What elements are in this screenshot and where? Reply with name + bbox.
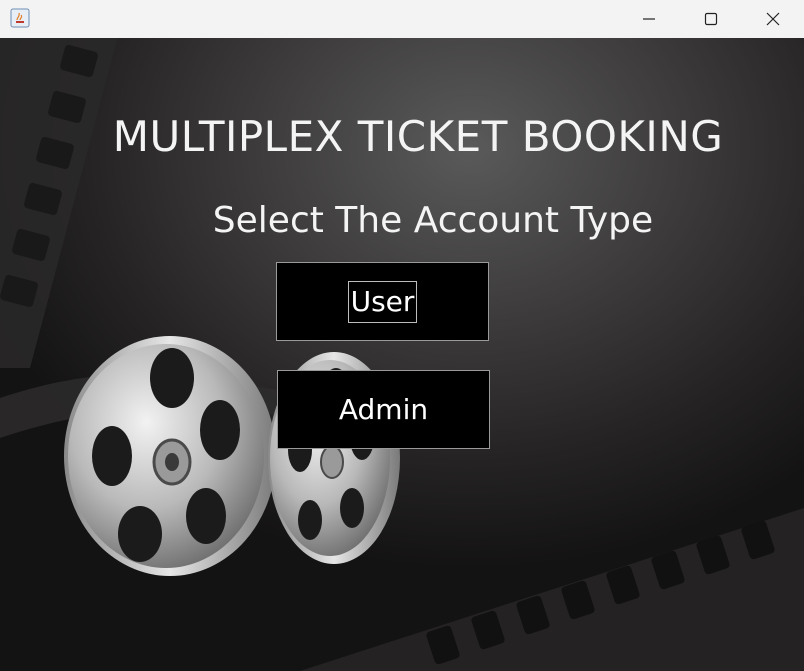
close-button[interactable]	[742, 0, 804, 38]
maximize-icon	[704, 12, 718, 26]
film-reel-left	[64, 336, 276, 576]
minimize-icon	[643, 18, 655, 20]
close-icon	[766, 12, 780, 26]
app-title: MULTIPLEX TICKET BOOKING	[112, 112, 724, 161]
app-window: MULTIPLEX TICKET BOOKING Select The Acco…	[0, 0, 804, 671]
minimize-button[interactable]	[618, 0, 680, 38]
admin-button-label: Admin	[338, 393, 429, 426]
main-panel: MULTIPLEX TICKET BOOKING Select The Acco…	[0, 38, 804, 671]
user-button[interactable]: User	[276, 262, 489, 341]
maximize-button[interactable]	[680, 0, 742, 38]
title-bar[interactable]	[0, 0, 804, 39]
admin-button[interactable]: Admin	[277, 370, 490, 449]
user-button-label: User	[347, 280, 418, 323]
account-type-prompt: Select The Account Type	[212, 200, 654, 241]
java-app-icon	[10, 8, 30, 28]
